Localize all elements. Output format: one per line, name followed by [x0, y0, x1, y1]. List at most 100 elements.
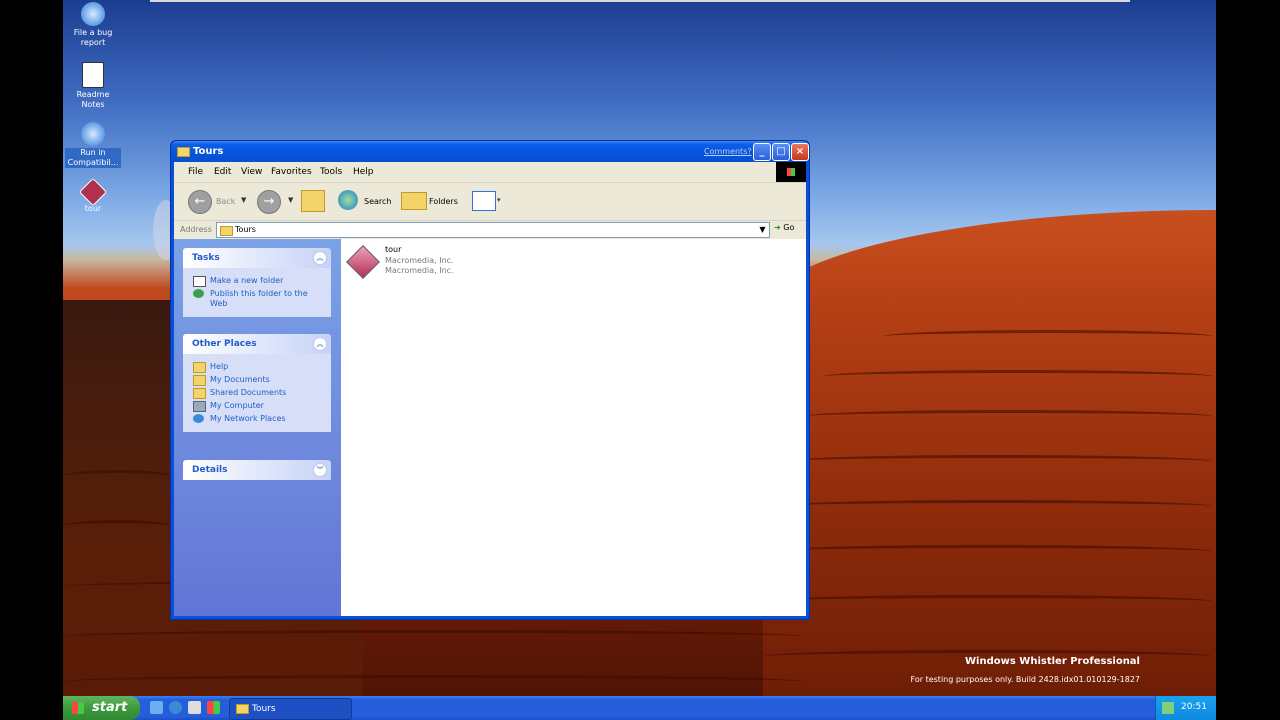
notepad-icon — [82, 62, 104, 88]
top-window-edge — [150, 0, 1130, 2]
quicklaunch-ie-icon[interactable] — [169, 701, 182, 714]
windows-logo-icon — [72, 702, 84, 714]
back-button-label[interactable]: Back — [216, 197, 235, 206]
network-places-icon — [193, 414, 204, 423]
start-button[interactable]: start — [63, 696, 140, 720]
task-pane: Tasks ︽ Make a new folder Publish this f… — [174, 239, 341, 616]
macromedia-icon[interactable] — [345, 244, 380, 279]
expand-icon[interactable]: ︾ — [313, 463, 327, 477]
place-label: My Documents — [210, 375, 270, 384]
desktop-icon-label: File a bug report — [73, 28, 113, 47]
desktop-icon-label: tour — [84, 204, 102, 213]
shared-documents-icon — [193, 388, 206, 399]
desktop-icon-file-bug[interactable]: File a bug report — [63, 2, 123, 48]
other-places-panel-title: Other Places — [192, 339, 257, 349]
file-name[interactable]: tour — [385, 245, 401, 254]
maximize-button[interactable]: □ — [772, 143, 790, 161]
go-button[interactable]: ➜ Go — [774, 223, 804, 237]
window-title: Tours — [193, 146, 224, 157]
folder-icon — [193, 362, 206, 373]
menu-help[interactable]: Help — [353, 167, 374, 177]
collapse-icon[interactable]: ︽ — [313, 337, 327, 351]
address-input[interactable]: Tours ▼ — [216, 222, 770, 238]
tasks-panel-header[interactable]: Tasks ︽ — [183, 248, 331, 268]
new-folder-icon — [193, 276, 206, 287]
address-value[interactable]: Tours — [235, 225, 256, 234]
up-folder-icon[interactable] — [301, 190, 325, 212]
desktop-icon-label: Readme Notes — [76, 90, 110, 109]
publish-web-icon — [193, 289, 204, 298]
clock[interactable]: 20:51 — [1181, 702, 1207, 712]
tasks-panel-title: Tasks — [192, 253, 220, 263]
system-tray: 20:51 — [1155, 696, 1216, 720]
menu-view[interactable]: View — [241, 167, 262, 177]
tasks-panel: Tasks ︽ Make a new folder Publish this f… — [183, 248, 331, 317]
my-computer-icon — [193, 401, 206, 412]
menu-file[interactable]: File — [188, 167, 203, 177]
go-arrow-icon: ➜ — [774, 223, 781, 232]
chevron-down-icon[interactable]: ▼ — [757, 224, 768, 235]
file-description: Macromedia, Inc. — [385, 266, 454, 275]
address-label: Address — [180, 225, 212, 234]
menu-favorites[interactable]: Favorites — [271, 167, 312, 177]
details-panel-header[interactable]: Details ︾ — [183, 460, 331, 480]
desktop-icon-tour[interactable]: tour — [63, 177, 123, 214]
wallpaper-dune — [763, 210, 1216, 720]
taskbar-item-tours[interactable]: Tours — [229, 698, 352, 720]
task-label: Publish this folder to the Web — [210, 289, 308, 308]
desktop-icon-run-compat[interactable]: Run in Compatibil... — [63, 122, 123, 168]
folder-icon — [177, 147, 190, 157]
forward-dropdown-icon[interactable]: ▼ — [288, 196, 293, 204]
quicklaunch-desktop-icon[interactable] — [188, 701, 201, 714]
task-label: Make a new folder — [210, 276, 284, 285]
place-shared-documents[interactable]: Shared Documents — [193, 388, 325, 399]
quicklaunch-windows-icon[interactable] — [207, 701, 220, 714]
explorer-window: Tours Comments? _ □ × File Edit View Fav… — [170, 140, 810, 620]
back-dropdown-icon[interactable]: ▼ — [241, 196, 246, 204]
windows-logo-icon — [776, 162, 806, 182]
title-bar[interactable]: Tours Comments? _ □ × — [171, 141, 809, 162]
my-documents-icon — [193, 375, 206, 386]
menu-edit[interactable]: Edit — [214, 167, 231, 177]
quicklaunch-outlook-icon[interactable] — [150, 701, 163, 714]
start-label: start — [92, 700, 128, 715]
menu-bar: File Edit View Favorites Tools Help — [174, 162, 806, 183]
build-watermark-title: Windows Whistler Professional — [965, 656, 1140, 667]
close-button[interactable]: × — [791, 143, 809, 161]
place-my-documents[interactable]: My Documents — [193, 375, 325, 386]
taskbar: start Tours 20:51 — [63, 696, 1216, 720]
help-icon — [81, 2, 105, 26]
task-make-new-folder[interactable]: Make a new folder — [193, 276, 325, 287]
search-button-label[interactable]: Search — [364, 197, 391, 206]
file-list[interactable]: tour Macromedia, Inc. Macromedia, Inc. — [341, 239, 806, 616]
file-company: Macromedia, Inc. — [385, 256, 454, 265]
desktop-icon-readme[interactable]: Readme Notes — [63, 62, 123, 110]
macromedia-icon — [78, 177, 108, 207]
place-my-network-places[interactable]: My Network Places — [193, 414, 325, 424]
place-my-computer[interactable]: My Computer — [193, 401, 325, 412]
network-tray-icon[interactable] — [1162, 702, 1174, 714]
place-help[interactable]: Help — [193, 362, 325, 373]
forward-arrow-icon[interactable]: → — [257, 190, 281, 214]
comments-link[interactable]: Comments? — [704, 147, 752, 156]
place-label: My Network Places — [210, 414, 286, 423]
back-arrow-icon[interactable]: ← — [188, 190, 212, 214]
desktop-icon-label: Run in Compatibil... — [65, 148, 121, 168]
task-publish-web[interactable]: Publish this folder to the Web — [193, 289, 325, 309]
views-icon[interactable] — [472, 191, 496, 211]
build-watermark-subtitle: For testing purposes only. Build 2428.id… — [910, 675, 1140, 684]
other-places-panel: Other Places ︽ Help My Documents Shared … — [183, 334, 331, 432]
minimize-button[interactable]: _ — [753, 143, 771, 161]
folders-icon[interactable] — [401, 192, 427, 210]
place-label: My Computer — [210, 401, 264, 410]
window-body: File Edit View Favorites Tools Help ← Ba… — [174, 162, 806, 616]
menu-tools[interactable]: Tools — [320, 167, 342, 177]
views-dropdown-icon[interactable]: ▾ — [497, 196, 501, 204]
other-places-panel-header[interactable]: Other Places ︽ — [183, 334, 331, 354]
address-bar: Address Tours ▼ ➜ Go — [174, 221, 806, 239]
place-label: Shared Documents — [210, 388, 287, 397]
folder-icon — [220, 226, 233, 236]
collapse-icon[interactable]: ︽ — [313, 251, 327, 265]
search-icon[interactable] — [338, 190, 358, 210]
folders-button-label[interactable]: Folders — [429, 197, 458, 206]
